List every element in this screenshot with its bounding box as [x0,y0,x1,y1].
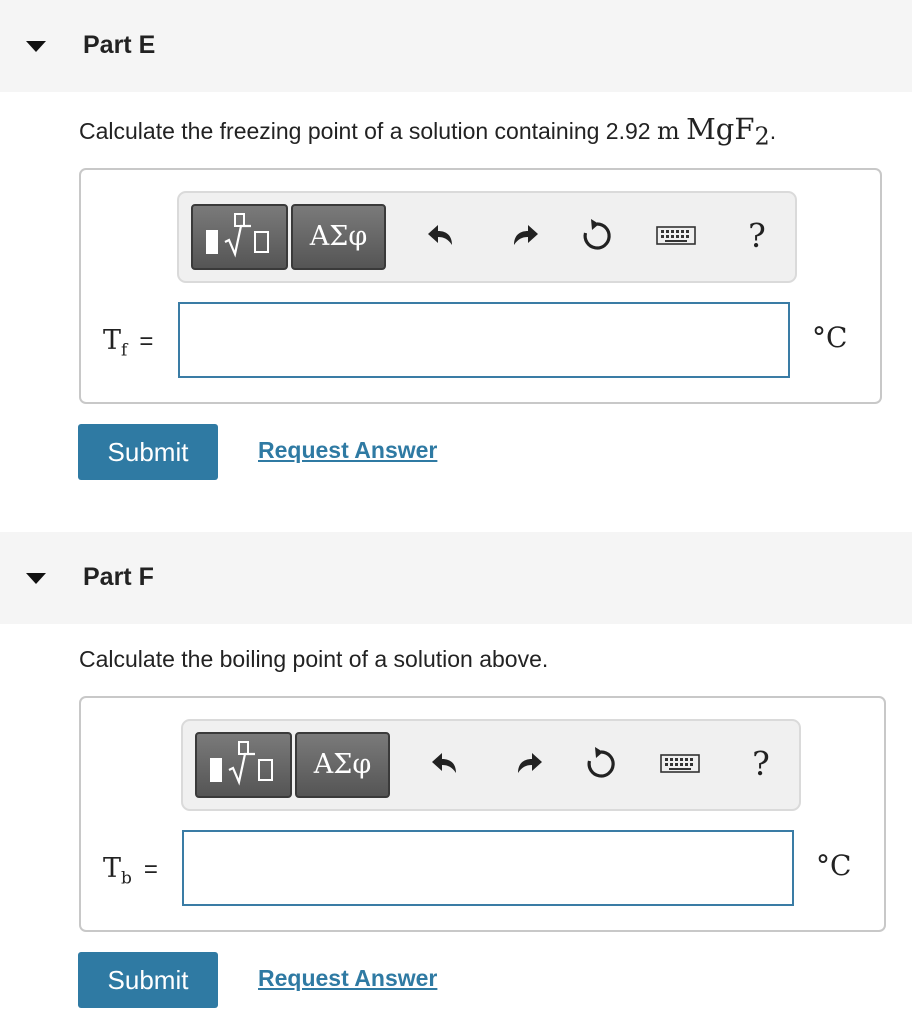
undo-icon[interactable] [424,215,464,257]
prompt-unit: m [656,117,680,145]
part-f-request-answer-link[interactable]: Request Answer [258,965,437,992]
part-f-prompt: Calculate the boiling point of a solutio… [79,646,549,672]
part-f-unit: °C [816,849,852,882]
prompt-text: Calculate the freezing point of a soluti… [79,118,657,144]
prompt-subscript: 2 [754,122,770,151]
templates-button[interactable] [191,204,288,270]
help-button[interactable]: ? [743,743,779,785]
variable-subscript: b [121,868,132,889]
part-e-submit-button[interactable]: Submit [78,424,218,480]
greek-symbols-button[interactable]: ΑΣφ [295,732,390,798]
collapse-caret-icon[interactable] [26,41,46,52]
equals-sign: = [143,856,158,883]
part-e-request-answer-link[interactable]: Request Answer [258,437,437,464]
help-button[interactable]: ? [739,215,775,257]
part-e-unit: °C [812,321,848,354]
templates-icon [210,741,273,786]
collapse-caret-icon[interactable] [26,573,46,584]
part-f-math-toolbar: ΑΣφ ? [181,719,801,811]
part-f-submit-button[interactable]: Submit [78,952,218,1008]
templates-button[interactable] [195,732,292,798]
part-f-answer-input[interactable] [182,830,794,906]
redo-icon[interactable] [504,215,544,257]
undo-icon[interactable] [428,743,468,785]
reset-icon[interactable] [577,215,617,257]
redo-icon[interactable] [508,743,548,785]
prompt-formula: MgF [686,112,755,146]
reset-icon[interactable] [581,743,621,785]
part-f-variable-label: Tb = [103,853,158,888]
variable-symbol: T [103,325,122,356]
templates-icon [206,213,269,258]
part-f-title: Part F [83,563,154,591]
variable-subscript: f [121,340,128,361]
part-e-header[interactable]: Part E [0,0,912,92]
part-e-title: Part E [83,31,156,59]
part-f-header[interactable]: Part F [0,532,912,624]
part-e-answer-input[interactable] [178,302,790,378]
keyboard-icon[interactable] [658,743,702,785]
part-f-answer-box: ΑΣφ ? Tb = °C [79,696,886,932]
greek-symbols-button[interactable]: ΑΣφ [291,204,386,270]
part-e-prompt: Calculate the freezing point of a soluti… [79,112,776,151]
part-e-answer-box: ΑΣφ ? Tf = °C [79,168,882,404]
part-e-math-toolbar: ΑΣφ ? [177,191,797,283]
keyboard-icon[interactable] [654,215,698,257]
variable-symbol: T [103,853,122,884]
prompt-end: . [769,118,777,144]
part-e-variable-label: Tf = [103,325,153,360]
equals-sign: = [139,328,154,355]
